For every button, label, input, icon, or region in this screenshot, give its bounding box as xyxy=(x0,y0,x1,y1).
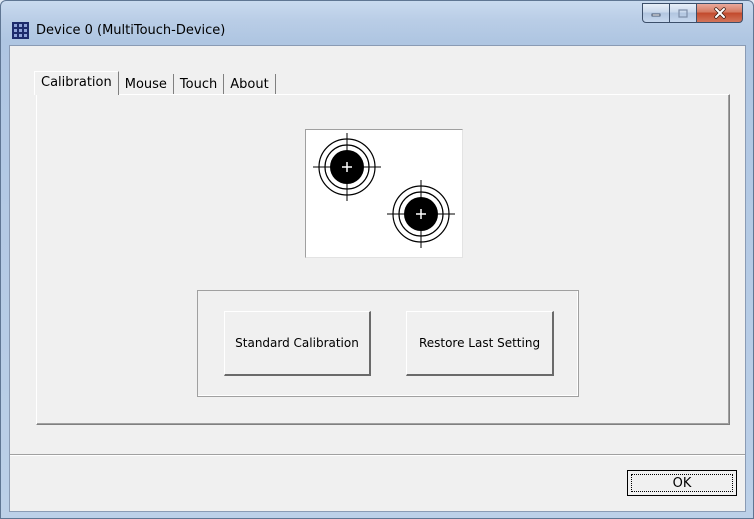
close-button[interactable] xyxy=(697,3,743,23)
ok-button-label: OK xyxy=(631,474,733,492)
title-bar[interactable]: Device 0 (MultiTouch-Device) xyxy=(1,1,753,41)
minimize-button[interactable] xyxy=(642,3,670,23)
dialog-window: Device 0 (MultiTouch-Device) Calibration… xyxy=(0,0,754,519)
minimize-icon xyxy=(651,13,661,17)
grid-app-icon xyxy=(12,22,29,39)
close-icon xyxy=(713,7,726,19)
calibration-image xyxy=(305,129,463,258)
standard-calibration-button[interactable]: Standard Calibration xyxy=(224,311,371,376)
tab-touch[interactable]: Touch xyxy=(173,74,225,95)
calibration-panel: Standard Calibration Restore Last Settin… xyxy=(36,94,730,425)
caption-buttons xyxy=(642,3,743,23)
restore-last-setting-button[interactable]: Restore Last Setting xyxy=(406,311,554,376)
maximize-button[interactable] xyxy=(670,3,697,23)
tab-calibration[interactable]: Calibration xyxy=(34,71,119,95)
tab-about[interactable]: About xyxy=(224,74,276,95)
tab-mouse[interactable]: Mouse xyxy=(118,74,174,95)
calibration-actions-group: Standard Calibration Restore Last Settin… xyxy=(197,290,579,397)
footer-divider xyxy=(10,454,745,456)
window-title: Device 0 (MultiTouch-Device) xyxy=(36,23,226,38)
dialog-client-area: Calibration Mouse Touch About Standard C… xyxy=(9,45,746,512)
tab-strip: Calibration Mouse Touch About xyxy=(34,71,276,95)
calibration-targets-icon xyxy=(313,133,455,248)
ok-button[interactable]: OK xyxy=(627,470,737,496)
maximize-icon xyxy=(678,8,688,18)
target-icon xyxy=(313,133,381,201)
target-icon xyxy=(387,180,455,248)
